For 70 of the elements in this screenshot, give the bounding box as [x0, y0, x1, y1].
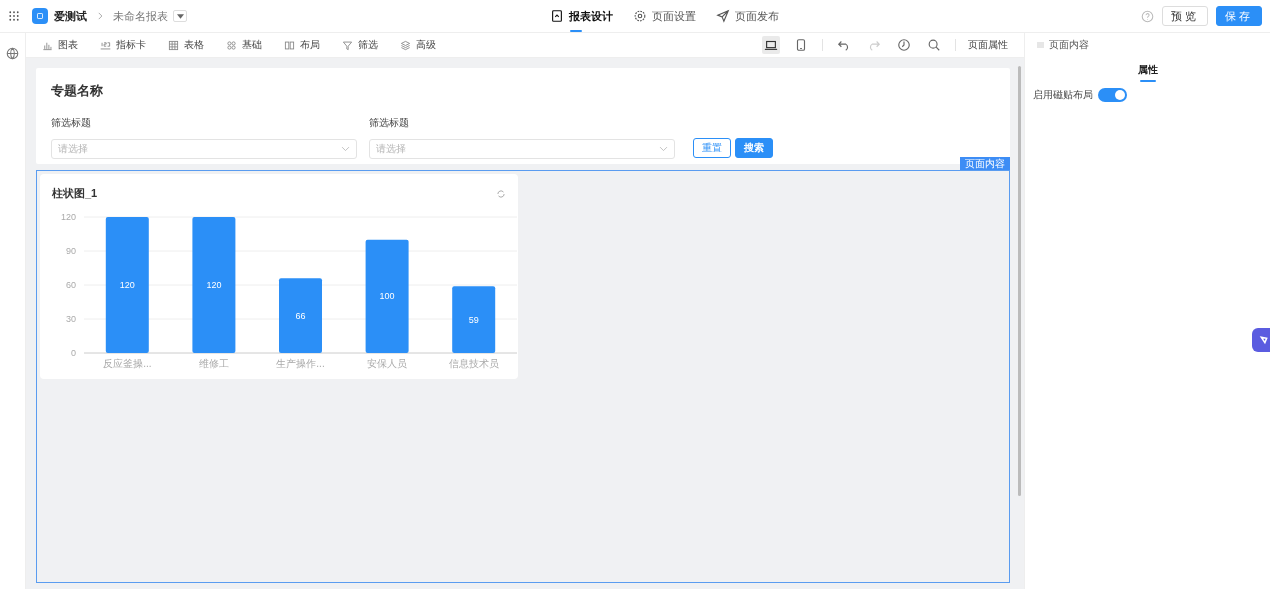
settings-icon	[633, 9, 647, 23]
toolbar-item[interactable]: 布局	[284, 38, 320, 52]
bar-value: 59	[468, 314, 479, 325]
report-icon	[550, 9, 564, 23]
panel-tab[interactable]: 属性	[1137, 63, 1158, 82]
search-icon	[927, 38, 941, 52]
bar-value: 100	[379, 291, 395, 302]
assistant-button[interactable]	[1252, 328, 1270, 352]
bar	[452, 286, 496, 353]
filter-icon	[342, 39, 353, 51]
phone-icon	[794, 38, 808, 52]
caret-icon	[176, 13, 184, 19]
app-name[interactable]: 爱测试	[54, 8, 87, 24]
laptop-icon	[764, 38, 778, 52]
help-icon	[1141, 9, 1154, 23]
toolbar-item[interactable]: 高级	[400, 38, 436, 52]
chevron-right-icon	[95, 11, 105, 21]
refresh-icon	[496, 188, 506, 199]
report-name[interactable]: 未命名报表	[113, 8, 168, 24]
bar-value: 120	[206, 280, 222, 290]
toggle-switch[interactable]	[1098, 88, 1127, 102]
panel-icon	[1037, 42, 1044, 48]
toolbar-item[interactable]: 指标卡	[100, 38, 146, 52]
send-icon	[716, 9, 730, 23]
app-logo-icon[interactable]	[32, 8, 48, 24]
axis-label: 60	[66, 280, 76, 290]
axis-label: 120	[60, 212, 76, 222]
scrollbar[interactable]	[1018, 66, 1021, 496]
topic-title: 专题名称	[51, 82, 104, 100]
axis-label: 维修工	[198, 358, 229, 369]
grid-icon	[226, 39, 237, 51]
layers-icon	[400, 39, 411, 51]
filter-label: 筛选标题	[369, 116, 410, 130]
globe-icon	[6, 47, 19, 60]
axis-label: 安保人员	[367, 358, 408, 369]
axis-label: 信息技术员	[448, 358, 499, 369]
bar-value: 120	[119, 280, 135, 290]
axis-label: 反应釜操...	[103, 358, 152, 369]
axis-label: 90	[66, 246, 76, 256]
toolbar-item[interactable]: 图表	[42, 38, 78, 52]
toolbar-item[interactable]: 基础	[226, 38, 262, 52]
bar-value: 66	[295, 310, 306, 321]
filter-label: 筛选标题	[51, 116, 92, 130]
undo-icon	[837, 38, 851, 52]
reset-button[interactable]: 重置	[693, 138, 731, 158]
chart-title: 柱状图_1	[52, 186, 98, 201]
setting-label: 启用磁贴布局	[1033, 88, 1093, 102]
metric-card-icon	[100, 39, 111, 51]
panel-header: 页面内容	[1049, 38, 1089, 52]
page-properties-link[interactable]: 页面属性	[968, 38, 1008, 52]
axis-label: 生产操作...	[276, 358, 325, 369]
apps-grid-icon	[8, 10, 20, 22]
toolbar-item[interactable]: 筛选	[342, 38, 378, 52]
select-field[interactable]: 请选择	[51, 138, 357, 159]
history-icon	[897, 38, 911, 52]
nav-tab[interactable]: 报表设计	[550, 0, 613, 32]
device-toggle[interactable]	[762, 36, 780, 54]
axis-label: 30	[66, 314, 76, 324]
nav-tab[interactable]: 页面发布	[716, 0, 779, 32]
columns-icon	[284, 39, 295, 51]
preview-button[interactable]: 预览	[1162, 6, 1208, 26]
axis-label: 0	[71, 348, 76, 358]
table-icon	[168, 39, 179, 51]
report-icon	[35, 11, 45, 21]
redo-icon	[867, 38, 881, 52]
select-field[interactable]: 请选择	[369, 138, 675, 159]
toolbar-item[interactable]: 表格	[168, 38, 204, 52]
nav-tab[interactable]: 页面设置	[633, 0, 696, 32]
page-content-tag: 页面内容	[960, 157, 1010, 170]
dropdown-button[interactable]	[173, 10, 187, 22]
